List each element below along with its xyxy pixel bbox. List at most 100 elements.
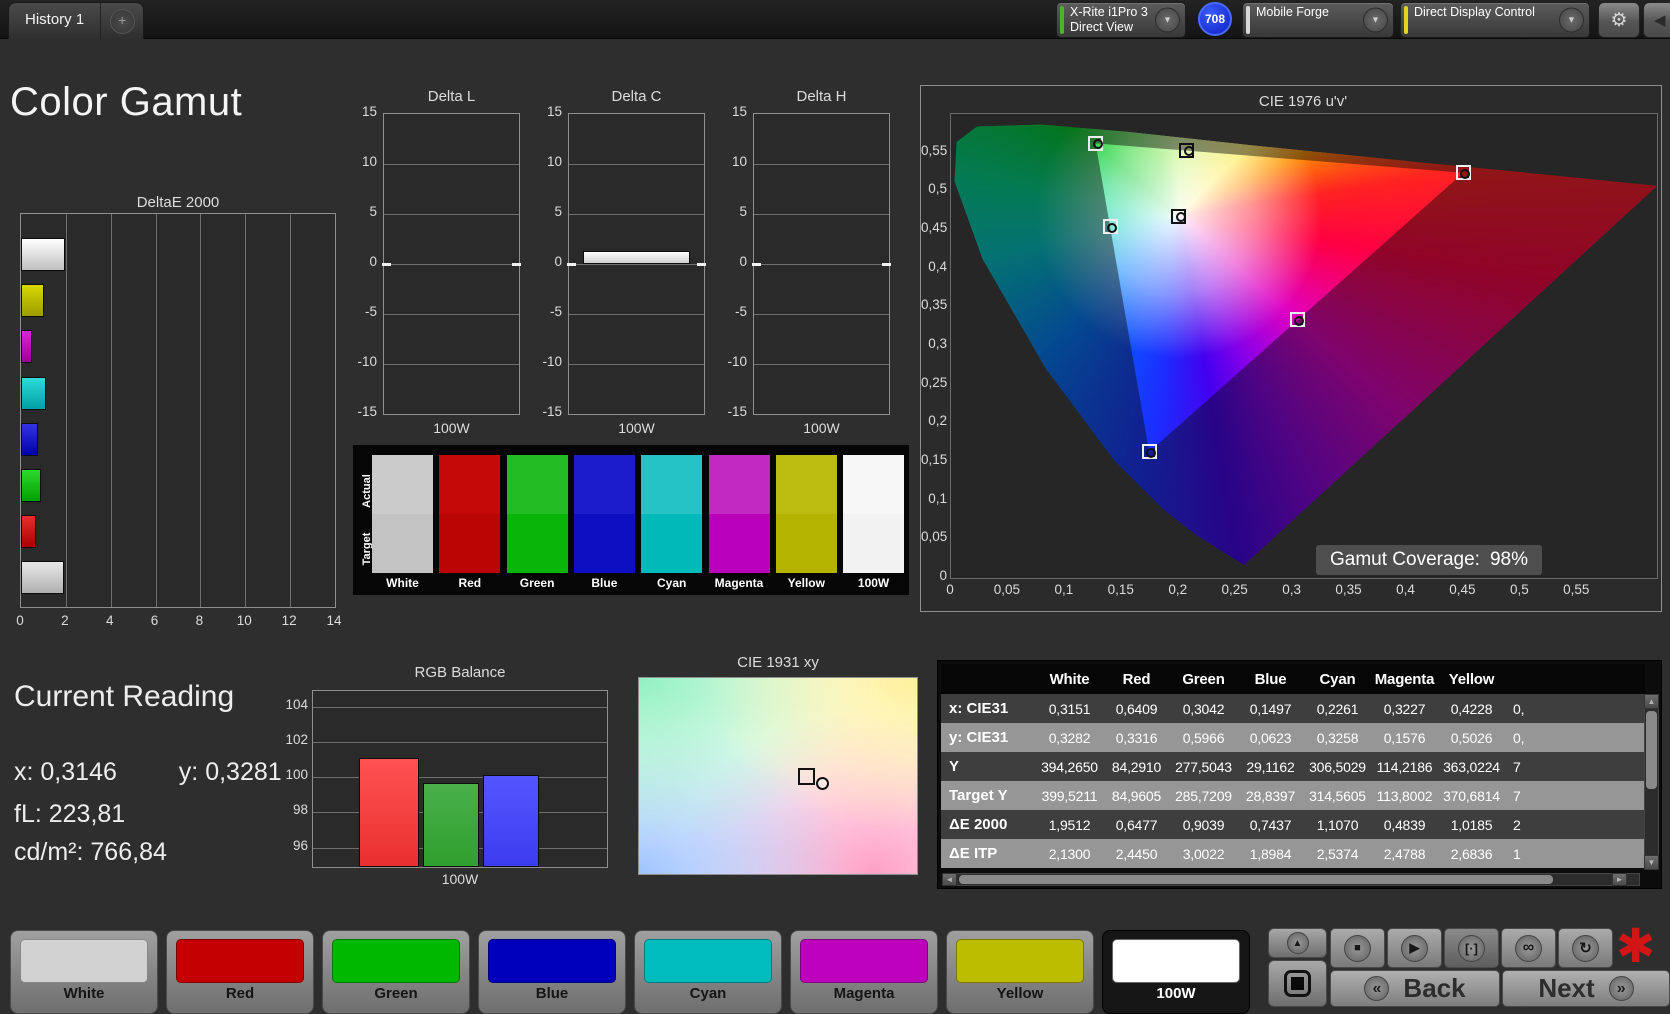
up-arrow-icon: ▲ [1292, 937, 1303, 949]
chevron-down-icon[interactable]: ▼ [1363, 7, 1388, 33]
chevron-down-icon[interactable]: ▼ [1559, 7, 1584, 33]
loop-button[interactable]: ∞ [1501, 928, 1556, 968]
axis-tick-label: 15 [546, 104, 562, 119]
control-dropdown[interactable]: Direct Display Control ▼ [1400, 2, 1590, 38]
collapse-panel-button[interactable]: ◀ [1643, 2, 1670, 38]
pattern-button-magenta[interactable]: Magenta [790, 930, 938, 1014]
meter-dropdown[interactable]: X-Rite i1Pro 3 Direct View ▼ [1056, 2, 1186, 38]
bar-magenta [21, 330, 32, 364]
gridline [569, 314, 704, 315]
zero-tick [752, 263, 761, 266]
next-button[interactable]: Next » [1502, 970, 1670, 1007]
marker-circle-blue [1146, 447, 1157, 458]
gridline [384, 314, 519, 315]
x-axis-label: 100W [433, 420, 470, 436]
table-cell: 0,9039 [1182, 816, 1225, 833]
scroll-up-arrow[interactable]: ▲ [1644, 694, 1659, 709]
x-axis-label: 100W [803, 420, 840, 436]
table-cell: 0,1576 [1383, 729, 1426, 746]
table-cell: 277,5043 [1175, 758, 1232, 775]
axis-tick-label: 98 [292, 802, 308, 818]
row-label: y: CIE31 [949, 729, 1009, 746]
pattern-button-cyan[interactable]: Cyan [634, 930, 782, 1014]
table-cell-clipped: 1 [1513, 845, 1521, 862]
stop-button[interactable]: ■ [1330, 928, 1385, 968]
axis-tick-label: 10 [361, 154, 377, 169]
table-cell: 1,1070 [1316, 816, 1359, 833]
table-row: ΔE ITP 2,1300 2,4450 3,0022 1,8984 2,5374 2,47… [941, 839, 1645, 868]
v-scroll-thumb[interactable] [1646, 711, 1657, 789]
alert-asterisk-icon: ✱ [1616, 919, 1656, 972]
axis-tick-label: 0,25 [921, 374, 948, 390]
delta-h-chart: Delta H 100W 15 10 5 0 -5 -10 -15 [713, 88, 893, 440]
table-cell: 0,7437 [1249, 816, 1292, 833]
axis-tick-label: 15 [731, 104, 747, 119]
table-cell: 2,4788 [1383, 845, 1426, 862]
swatch-label: Red [458, 576, 482, 590]
table-cell: 2,6836 [1450, 845, 1493, 862]
axis-tick-label: 0,55 [921, 142, 948, 158]
deltae2000-chart: DeltaE 2000 0 2 4 6 8 10 12 14 [0, 192, 356, 647]
gridline [155, 214, 157, 607]
table-cell: 84,9605 [1111, 787, 1162, 804]
axis-tick-label: 14 [326, 613, 342, 628]
tab-history-1[interactable]: History 1 [9, 3, 100, 39]
swatch-cyan [641, 455, 703, 573]
gridline [384, 264, 519, 265]
swatch-label: Cyan [657, 576, 687, 590]
gridline [754, 214, 889, 215]
pattern-button-100w[interactable]: 100W [1102, 930, 1250, 1014]
axis-tick-label: 104 [285, 696, 308, 712]
axis-tick-label: 0 [554, 254, 562, 269]
chevron-down-icon[interactable]: ▼ [1155, 7, 1180, 33]
pattern-window-button[interactable] [1268, 960, 1327, 1007]
play-button[interactable]: ▶ [1387, 928, 1442, 968]
axis-tick-label: 12 [281, 613, 297, 628]
axis-tick-label: 100 [285, 767, 308, 783]
axis-tick-label: 0,55 [1563, 582, 1590, 597]
pattern-size-button[interactable]: [·] [1444, 928, 1499, 968]
table-cell: 114,2186 [1376, 758, 1433, 775]
meter-accent [1060, 6, 1064, 34]
gear-icon: ⚙ [1610, 9, 1628, 31]
swatch-yellow [775, 455, 837, 573]
axis-tick-label: 0 [946, 582, 954, 597]
marker-circle-measurement [816, 777, 829, 790]
scroll-right-arrow[interactable]: ► [1612, 873, 1627, 886]
scroll-left-arrow[interactable]: ◄ [942, 873, 957, 886]
column-header: Magenta [1374, 670, 1435, 688]
pattern-button-green[interactable]: Green [322, 930, 470, 1014]
zero-tick [512, 263, 521, 266]
pattern-button-white[interactable]: White [10, 930, 158, 1014]
swatch-actual [439, 455, 501, 514]
gridline [569, 364, 704, 365]
back-button[interactable]: « Back [1330, 970, 1500, 1007]
pattern-label: White [63, 985, 105, 1002]
pattern-button-yellow[interactable]: Yellow [946, 930, 1094, 1014]
source-dropdown[interactable]: Mobile Forge ▼ [1242, 2, 1394, 38]
pattern-button-blue[interactable]: Blue [478, 930, 626, 1014]
refresh-button[interactable]: ↻ [1558, 928, 1613, 968]
pattern-button-red[interactable]: Red [166, 930, 314, 1014]
scroll-down-arrow[interactable]: ▼ [1644, 855, 1659, 870]
swatch-label: 100W [857, 576, 890, 590]
gridline [384, 364, 519, 365]
table-cell: 0,6477 [1115, 816, 1158, 833]
table-cell: 28,8397 [1245, 787, 1296, 804]
column-header: Red [1122, 670, 1151, 688]
table-cell: 2,4450 [1115, 845, 1158, 862]
h-scroll-thumb[interactable] [959, 875, 1553, 884]
table-cell: 0,3227 [1383, 700, 1426, 717]
chart-title: Delta L [427, 88, 476, 105]
swatch-actual [573, 455, 635, 514]
settings-button[interactable]: ⚙ [1598, 2, 1640, 38]
table-cell: 1,0185 [1450, 816, 1493, 833]
delta-c-chart: Delta C 100W 15 10 5 0 -5 -10 -15 [528, 88, 708, 440]
pattern-up-button[interactable]: ▲ [1268, 928, 1327, 958]
add-tab-button[interactable]: + [109, 8, 135, 34]
swatch-label: White [386, 576, 419, 590]
pattern-swatch [956, 939, 1084, 983]
cie1976-chart: CIE 1976 u'v' Gamut Coverage: 98% 0,55 0,5… [920, 85, 1662, 612]
pattern-label: Yellow [996, 985, 1044, 1002]
axis-tick-label: 6 [150, 613, 159, 628]
